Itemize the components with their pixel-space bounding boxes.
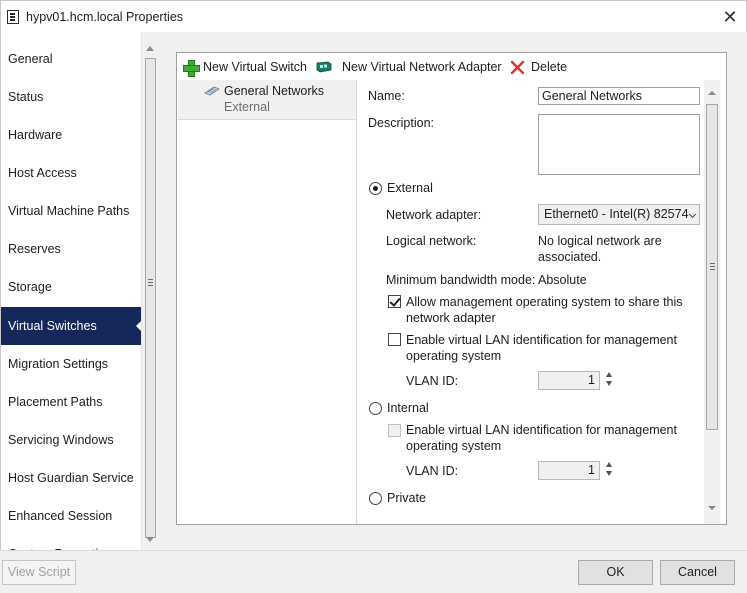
sidebar-item-servicing-windows[interactable]: Servicing Windows xyxy=(1,421,141,459)
delete-button[interactable]: Delete xyxy=(507,57,573,77)
network-adapter-icon xyxy=(316,61,332,73)
name-label: Name: xyxy=(368,89,405,103)
scroll-down-arrow-icon[interactable] xyxy=(708,506,716,510)
scroll-up-arrow-icon[interactable] xyxy=(146,46,154,51)
switch-type: External xyxy=(224,100,270,114)
sidebar-item-hardware[interactable]: Hardware xyxy=(1,116,141,154)
grip-icon xyxy=(148,282,153,283)
list-item[interactable]: General Networks External xyxy=(178,80,356,120)
spin-down-icon[interactable] xyxy=(606,381,612,386)
external-radio[interactable] xyxy=(369,182,382,195)
external-label: External xyxy=(387,181,433,195)
window-title: hypv01.hcm.local Properties xyxy=(26,10,184,24)
virtual-switch-list: General Networks External xyxy=(178,80,357,524)
network-adapter-select[interactable]: Ethernet0 - Intel(R) 82574 xyxy=(538,204,700,225)
sidebar-item-host-access[interactable]: Host Access xyxy=(1,154,141,192)
add-icon xyxy=(183,60,200,77)
virtual-switch-icon xyxy=(204,86,220,96)
sidebar-item-reserves[interactable]: Reserves xyxy=(1,230,141,268)
spin-down-icon[interactable] xyxy=(606,471,612,476)
private-radio[interactable] xyxy=(369,492,382,505)
allow-management-label-line2: network adapter xyxy=(406,311,496,325)
vlan-id-input[interactable]: 1 xyxy=(538,371,600,390)
network-adapter-value: Ethernet0 - Intel(R) 82574 xyxy=(544,207,689,221)
virtual-switches-panel: New Virtual Switch New Virtual Network A… xyxy=(176,52,727,525)
switch-details: Name: Description: External Network adap… xyxy=(357,80,704,524)
chevron-down-icon xyxy=(688,210,697,219)
enable-vlan-label-line2: operating system xyxy=(406,349,502,363)
network-adapter-label: Network adapter: xyxy=(386,208,482,222)
scroll-up-arrow-icon[interactable] xyxy=(708,91,716,95)
sidebar-item-virtual-machine-paths[interactable]: Virtual Machine Paths xyxy=(1,192,141,230)
properties-window-icon xyxy=(7,10,19,24)
grip-icon xyxy=(710,269,715,270)
description-label: Description: xyxy=(368,116,434,130)
internal-enable-vlan-label-line2: operating system xyxy=(406,439,502,453)
view-script-button[interactable]: View Script xyxy=(2,560,76,585)
min-bandwidth-value: Absolute xyxy=(538,273,587,287)
close-icon[interactable]: ✕ xyxy=(717,4,743,30)
grip-icon xyxy=(148,285,153,286)
internal-vlan-id-label: VLAN ID: xyxy=(406,464,459,478)
internal-label: Internal xyxy=(387,401,429,415)
logical-network-label: Logical network: xyxy=(386,234,477,248)
sidebar-scrollbar[interactable] xyxy=(141,32,158,550)
details-scroll-thumb[interactable] xyxy=(706,104,718,430)
spin-up-icon[interactable] xyxy=(606,372,612,377)
allow-management-label-line1: Allow management operating system to sha… xyxy=(406,295,683,309)
logical-network-value-line1: No logical network are xyxy=(538,234,662,248)
sidebar-item-migration-settings[interactable]: Migration Settings xyxy=(1,345,141,383)
switch-toolbar: New Virtual Switch New Virtual Network A… xyxy=(177,53,726,80)
logical-network-value-line2: associated. xyxy=(538,250,602,264)
sidebar-item-storage[interactable]: Storage xyxy=(1,268,141,306)
internal-vlan-id-input[interactable]: 1 xyxy=(538,461,600,480)
enable-vlan-label-line1: Enable virtual LAN identification for ma… xyxy=(406,333,677,347)
grip-icon xyxy=(710,263,715,264)
sidebar-item-host-guardian-service[interactable]: Host Guardian Service xyxy=(1,459,141,497)
scroll-down-arrow-icon[interactable] xyxy=(146,537,154,542)
vlan-id-label: VLAN ID: xyxy=(406,374,459,388)
new-virtual-network-adapter-label: New Virtual Network Adapter xyxy=(342,60,502,74)
sidebar-item-status[interactable]: Status xyxy=(1,78,141,116)
details-scrollbar[interactable] xyxy=(704,80,720,524)
sidebar-scroll-thumb[interactable] xyxy=(145,58,156,538)
new-virtual-switch-button[interactable]: New Virtual Switch xyxy=(179,57,309,77)
new-virtual-network-adapter-button[interactable]: New Virtual Network Adapter xyxy=(314,57,504,77)
switch-name: General Networks xyxy=(224,84,325,98)
ok-button[interactable]: OK xyxy=(578,560,653,585)
internal-enable-vlan-label-line1: Enable virtual LAN identification for ma… xyxy=(406,423,677,437)
sidebar-item-virtual-switches[interactable]: Virtual Switches xyxy=(1,307,141,345)
internal-radio[interactable] xyxy=(369,402,382,415)
grip-icon xyxy=(148,279,153,280)
sidebar-item-custom-properties[interactable]: Custom Properties xyxy=(1,535,141,550)
spin-up-icon[interactable] xyxy=(606,462,612,467)
description-textarea[interactable] xyxy=(538,114,700,175)
dialog-footer: View Script OK Cancel xyxy=(0,550,747,593)
cancel-button[interactable]: Cancel xyxy=(660,560,735,585)
sidebar-nav: General Status Hardware Host Access Virt… xyxy=(0,32,141,550)
enable-vlan-checkbox[interactable] xyxy=(388,333,401,346)
sidebar-item-placement-paths[interactable]: Placement Paths xyxy=(1,383,141,421)
delete-label: Delete xyxy=(531,60,568,74)
new-virtual-switch-label: New Virtual Switch xyxy=(203,60,307,74)
name-input[interactable] xyxy=(538,87,700,105)
internal-enable-vlan-checkbox[interactable] xyxy=(388,424,401,437)
grip-icon xyxy=(710,266,715,267)
allow-management-checkbox[interactable] xyxy=(388,295,401,308)
delete-icon xyxy=(510,60,525,75)
private-label: Private xyxy=(387,491,426,505)
sidebar-item-general[interactable]: General xyxy=(1,40,141,78)
title-bar: hypv01.hcm.local Properties ✕ xyxy=(0,0,747,32)
min-bandwidth-label: Minimum bandwidth mode: xyxy=(386,273,536,287)
sidebar-item-enhanced-session[interactable]: Enhanced Session xyxy=(1,497,141,535)
